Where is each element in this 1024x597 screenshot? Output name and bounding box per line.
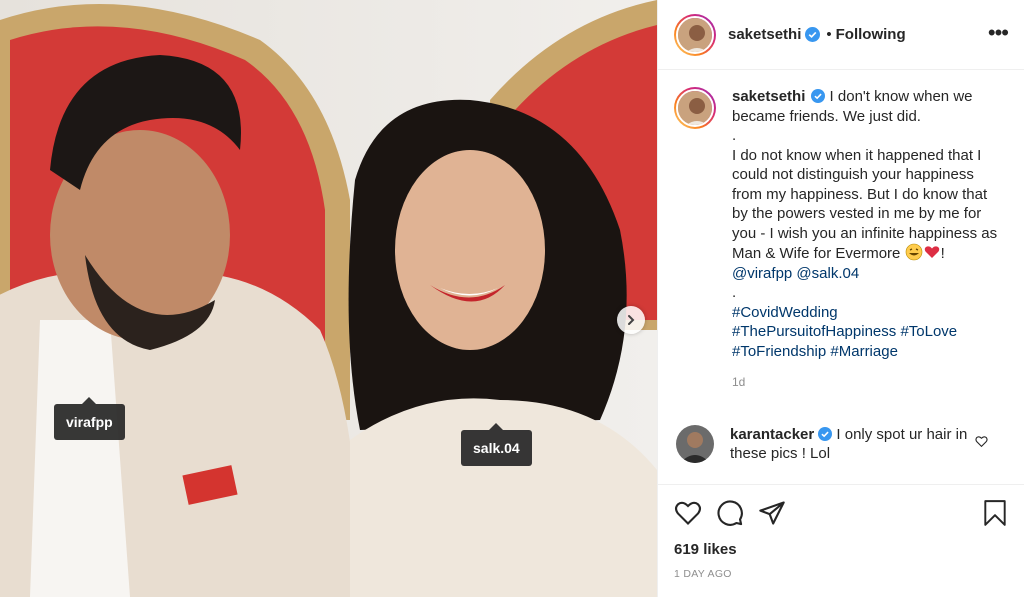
- photo-tag-virafpp[interactable]: virafpp: [54, 397, 125, 440]
- hashtag-link[interactable]: #ToLove: [900, 323, 957, 340]
- comments-area: saketsethi I don't know when we became f…: [658, 71, 1024, 484]
- hashtag-link[interactable]: #ThePursuitofHappiness: [732, 323, 896, 340]
- author-username[interactable]: saketsethi: [728, 26, 801, 43]
- post-timestamp[interactable]: 1 DAY AGO: [674, 568, 1008, 580]
- save-button[interactable]: [982, 499, 1008, 527]
- verified-badge-icon: [818, 426, 833, 441]
- photo-tag-label: salk.04: [473, 440, 520, 456]
- hashtag-link[interactable]: #CovidWedding: [732, 304, 838, 321]
- mention-virafpp[interactable]: @virafpp: [732, 265, 792, 282]
- share-button[interactable]: [758, 499, 786, 527]
- heart-emoji-icon: [924, 246, 939, 258]
- post-photo[interactable]: virafpp salk.04: [0, 0, 657, 597]
- caption-body: I do not know when it happened that I co…: [732, 146, 1002, 263]
- post-header: saketsethi • Following •••: [658, 0, 1024, 70]
- caption-avatar[interactable]: [674, 87, 716, 129]
- like-button[interactable]: [674, 499, 702, 527]
- caption-username[interactable]: saketsethi: [732, 88, 805, 105]
- post-actions: 619 likes 1 DAY AGO: [658, 484, 1024, 580]
- commenter-username[interactable]: karantacker: [730, 426, 814, 443]
- caption: saketsethi I don't know when we became f…: [674, 87, 1008, 393]
- more-options-icon[interactable]: •••: [988, 20, 1009, 46]
- commenter-avatar[interactable]: [676, 424, 714, 463]
- comment-button[interactable]: [716, 499, 744, 527]
- comment-item: karantacker I only spot ur hair in these…: [674, 424, 1008, 464]
- hashtag-link[interactable]: #Marriage: [830, 343, 898, 360]
- caption-separator: .: [732, 284, 737, 301]
- photo-image: [0, 0, 657, 597]
- grin-emoji-icon: [905, 243, 922, 261]
- post-side-panel: saketsethi • Following ••• saketsethi I …: [657, 0, 1024, 597]
- next-arrow-icon: [628, 315, 635, 325]
- verified-badge-icon: [805, 27, 821, 42]
- bookmark-icon: [984, 500, 1006, 526]
- share-icon: [759, 501, 785, 525]
- author-avatar[interactable]: [674, 13, 716, 56]
- verified-badge-icon: [811, 89, 826, 103]
- comment-icon: [717, 500, 743, 526]
- likes-count[interactable]: 619 likes: [674, 541, 1008, 558]
- photo-tag-label: virafpp: [66, 414, 113, 430]
- photo-tag-salk[interactable]: salk.04: [461, 423, 532, 466]
- heart-icon: [674, 501, 702, 525]
- hashtag-link[interactable]: #ToFriendship: [732, 343, 826, 360]
- small-heart-icon[interactable]: [975, 435, 988, 448]
- mention-salk[interactable]: @salk.04: [796, 265, 859, 282]
- caption-time[interactable]: 1d: [732, 373, 1002, 393]
- next-photo-button[interactable]: [617, 306, 645, 334]
- separator-dot: •: [826, 26, 832, 43]
- following-button[interactable]: Following: [836, 26, 906, 43]
- caption-separator: .: [732, 127, 737, 144]
